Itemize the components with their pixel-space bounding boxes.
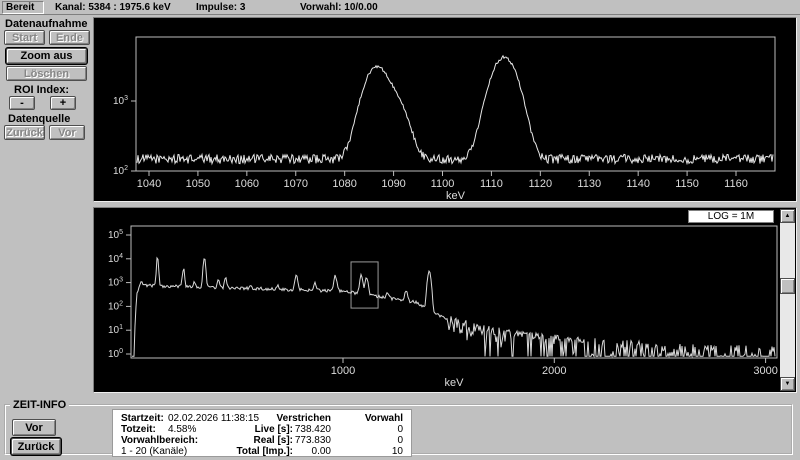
svg-text:1130: 1130: [577, 178, 601, 190]
roi-index-label: ROI Index:: [14, 84, 70, 96]
totzeit-label: Totzeit:: [121, 424, 156, 435]
svg-text:101: 101: [108, 324, 123, 336]
svg-text:103: 103: [108, 277, 123, 289]
svg-text:105: 105: [108, 229, 123, 241]
zoom-plot-panel[interactable]: 1040 1050 1060 1070 1080 1090 1100 1110 1120 1130…: [93, 17, 797, 202]
plot-scrollbar[interactable]: ▲ ▼: [780, 209, 795, 391]
log-scale-readout[interactable]: LOG = 1M: [688, 210, 774, 223]
real-vorwahl-value: 0: [397, 435, 403, 446]
zeit-vor-button[interactable]: Vor: [12, 419, 56, 436]
svg-text:1140: 1140: [626, 178, 650, 190]
status-kanal: Kanal: 5384 : 1975.6 keV: [55, 2, 171, 13]
datenquelle-label: Datenquelle: [8, 113, 71, 125]
svg-text:1000: 1000: [331, 365, 355, 377]
svg-text:2000: 2000: [542, 365, 566, 377]
datenaufnahme-label: Datenaufnahme: [5, 18, 88, 30]
loeschen-button[interactable]: Löschen: [6, 66, 87, 81]
zeit-info-group: ZEIT-INFO Vor Zurück Startzeit: 02.02.20…: [4, 399, 793, 457]
zoom-spectrum-plot[interactable]: 1040 1050 1060 1070 1080 1090 1100 1110 1120 1130…: [94, 18, 796, 201]
roi-minus-button[interactable]: -: [9, 96, 35, 110]
svg-text:103: 103: [113, 95, 128, 107]
svg-text:102: 102: [108, 300, 123, 312]
svg-text:keV: keV: [445, 377, 465, 389]
totzeit-value: 4.58%: [168, 424, 197, 435]
scroll-thumb[interactable]: [780, 278, 795, 294]
live-vorwahl-value: 0: [397, 424, 403, 435]
svg-text:1160: 1160: [724, 178, 748, 190]
svg-text:1060: 1060: [235, 178, 259, 190]
down-arrow-icon: ▼: [784, 381, 791, 387]
scroll-up-button[interactable]: ▲: [780, 209, 795, 223]
svg-text:1100: 1100: [431, 178, 455, 190]
svg-text:100: 100: [108, 348, 123, 360]
svg-text:1150: 1150: [675, 178, 699, 190]
svg-text:1110: 1110: [480, 178, 503, 190]
svg-text:keV: keV: [446, 190, 466, 201]
svg-text:104: 104: [108, 253, 123, 265]
total-verstrichen-value: 0.00: [311, 446, 331, 457]
up-arrow-icon: ▲: [784, 213, 791, 219]
svg-text:102: 102: [113, 165, 128, 177]
vorwahl-header: Vorwahl: [364, 413, 403, 424]
zeit-info-title: ZEIT-INFO: [13, 399, 67, 411]
svg-text:1070: 1070: [284, 178, 308, 190]
vorwahlbereich-label: Vorwahlbereich:: [121, 435, 199, 446]
status-vorwahl: Vorwahl: 10/0.00: [300, 2, 378, 13]
live-verstrichen-value: 738.420: [294, 424, 331, 435]
full-plot-panel[interactable]: 1000 2000 3000 keV 105 104 103 102 101 100 LOG = …: [93, 207, 797, 393]
svg-text:3000: 3000: [753, 365, 777, 377]
startzeit-value: 02.02.2026 11:38:15: [168, 413, 260, 424]
datenquelle-zurueck-button[interactable]: Zurück: [4, 125, 45, 140]
scroll-down-button[interactable]: ▼: [780, 377, 795, 391]
svg-text:1040: 1040: [137, 178, 161, 190]
svg-text:1090: 1090: [381, 178, 405, 190]
roi-plus-button[interactable]: +: [50, 96, 76, 110]
startzeit-label: Startzeit:: [121, 413, 164, 424]
kanaele-label: 1 - 20 (Kanäle): [121, 446, 188, 457]
status-impulse: Impulse: 3: [196, 2, 246, 13]
zeit-zurueck-button[interactable]: Zurück: [11, 438, 61, 455]
svg-text:1080: 1080: [332, 178, 356, 190]
status-ready: Bereit: [2, 1, 44, 14]
total-vorwahl-value: 10: [391, 446, 403, 457]
real-verstrichen-value: 773.830: [294, 435, 331, 446]
status-bar: Bereit Kanal: 5384 : 1975.6 keV Impulse:…: [0, 0, 800, 15]
zeit-info-table: Startzeit: 02.02.2026 11:38:15 Verstrich…: [112, 409, 412, 457]
svg-text:1050: 1050: [186, 178, 210, 190]
datenquelle-vor-button[interactable]: Vor: [49, 125, 85, 140]
zoom-aus-button[interactable]: Zoom aus: [6, 48, 87, 64]
start-button[interactable]: Start: [4, 30, 45, 45]
svg-text:1120: 1120: [529, 178, 553, 190]
ende-button[interactable]: Ende: [49, 30, 90, 45]
verstrichen-header: Verstrichen: [276, 413, 331, 424]
full-spectrum-plot[interactable]: 1000 2000 3000 keV 105 104 103 102 101 100: [94, 208, 796, 392]
